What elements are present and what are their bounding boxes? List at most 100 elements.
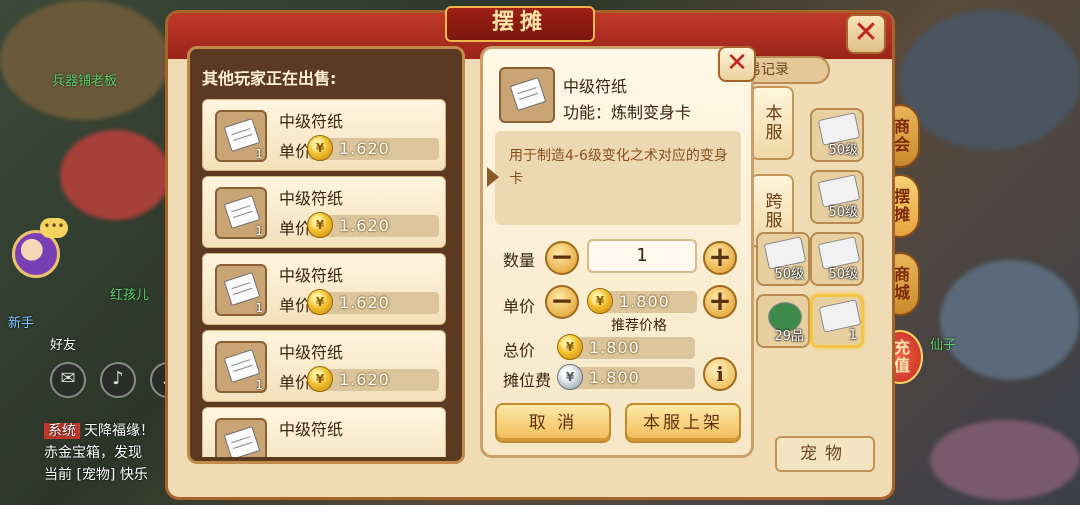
quantity-minus-button[interactable]: −: [545, 241, 579, 275]
item-name: 中级符纸: [279, 420, 344, 439]
unit-price-value: 1.800: [619, 292, 670, 311]
scene-building-right: [900, 10, 1080, 150]
price-value: 1.620: [339, 216, 390, 235]
item-icon: 1: [215, 110, 267, 162]
price-bar: ¥1.620: [307, 289, 439, 315]
cancel-button[interactable]: 取 消: [495, 403, 611, 443]
item-function: 功能：炼制变身卡: [563, 103, 692, 122]
list-item[interactable]: 1 中级符纸 单价 ¥1.620: [202, 99, 446, 171]
info-button[interactable]: i: [703, 357, 737, 391]
npc-name: 兵器铺老板: [52, 74, 118, 89]
stall-grid-slot[interactable]: 29品: [756, 294, 810, 348]
item-description: 用于制造4-6级变化之术对应的变身卡: [509, 148, 728, 187]
item-icon: 1: [215, 264, 267, 316]
quantity-plus-button[interactable]: +: [703, 241, 737, 275]
npc-name: 仙子: [930, 338, 957, 353]
slot-level: 50级: [774, 267, 804, 282]
close-icon: ✕: [726, 48, 748, 78]
chat-icon[interactable]: ✉: [50, 362, 86, 398]
gold-coin-icon: ¥: [307, 212, 333, 238]
list-item[interactable]: 1 中级符纸 单价 ¥1.620: [202, 176, 446, 248]
chat-text: 天降福缘！: [84, 423, 154, 439]
item-count: 1: [255, 147, 263, 161]
price-minus-button[interactable]: −: [545, 285, 579, 319]
price-bar: ¥1.620: [307, 366, 439, 392]
item-name: 中级符纸: [279, 343, 344, 362]
other-players-panel: 其他玩家正在出售: 1 中级符纸 单价 ¥1.620 1 中级符纸 单价 ¥1.…: [187, 46, 465, 464]
minus-icon: −: [550, 284, 574, 317]
gold-coin-icon: ¥: [557, 334, 583, 360]
item-name: 中级符纸: [279, 266, 344, 285]
gold-coin-icon: ¥: [307, 135, 333, 161]
scene-stall-stand: [60, 130, 170, 220]
stall-grid-slot[interactable]: 50级: [810, 108, 864, 162]
item-name: 中级符纸: [279, 189, 344, 208]
suggested-price-label: 推荐价格: [611, 318, 667, 334]
npc-name: 新手: [8, 316, 35, 331]
chat-bubble-icon[interactable]: •••: [40, 218, 68, 238]
talisman-paper-icon: [223, 426, 261, 457]
gold-coin-icon: ¥: [307, 289, 333, 315]
item-icon: [215, 418, 267, 457]
stall-grid-slot[interactable]: 50级: [810, 170, 864, 224]
item-name: 中级符纸: [563, 77, 628, 96]
unit-price-label: 单价: [503, 297, 536, 316]
info-icon: i: [716, 362, 724, 386]
total-price-field: ¥1.800: [557, 334, 695, 360]
item-icon: [499, 67, 555, 123]
arrow-right-icon: [487, 167, 499, 187]
stall-close-button[interactable]: ✕: [846, 14, 886, 54]
slot-level: 50级: [828, 143, 858, 158]
price-bar: ¥1.620: [307, 212, 439, 238]
item-description-box: 用于制造4-6级变化之术对应的变身卡: [487, 131, 741, 225]
item-count: 1: [255, 224, 263, 238]
chat-line: 系统 天降福缘！: [44, 420, 154, 440]
seller-list[interactable]: 1 中级符纸 单价 ¥1.620 1 中级符纸 单价 ¥1.620 1 中级符纸…: [202, 99, 448, 457]
stall-fee-field: ¥1.800: [557, 364, 695, 390]
list-item[interactable]: 1 中级符纸 单价 ¥1.620: [202, 330, 446, 402]
item-count: 1: [255, 301, 263, 315]
stall-grid-slot[interactable]: 50级: [756, 232, 810, 286]
dialog-close-button[interactable]: ✕: [718, 46, 756, 82]
chat-system-tag: 系统: [44, 423, 80, 439]
slot-level: 50级: [828, 205, 858, 220]
total-price-label: 总价: [503, 341, 536, 360]
item-icon: 1: [215, 341, 267, 393]
item-count: 1: [255, 378, 263, 392]
price-plus-button[interactable]: +: [703, 285, 737, 319]
stall-grid-slot[interactable]: 50级: [810, 232, 864, 286]
price-value: 1.620: [339, 370, 390, 389]
list-item[interactable]: 中级符纸: [202, 407, 446, 457]
total-price-value: 1.800: [589, 338, 640, 357]
stall-fee-value: 1.800: [589, 368, 640, 387]
price-value: 1.620: [339, 139, 390, 158]
plus-icon: +: [708, 284, 732, 317]
quantity-input[interactable]: 1: [587, 239, 697, 273]
quantity-label: 数量: [503, 251, 536, 270]
unit-price-field[interactable]: ¥1.800: [587, 288, 697, 314]
tab-local-server[interactable]: 本服: [750, 86, 794, 160]
sell-item-dialog: 中级符纸 功能：炼制变身卡 用于制造4-6级变化之术对应的变身卡 数量 − 1 …: [480, 46, 754, 458]
chat-line: 当前 [宠物] 快乐: [44, 467, 148, 483]
talisman-paper-icon: [509, 77, 547, 111]
price-value: 1.620: [339, 293, 390, 312]
item-name: 中级符纸: [279, 112, 344, 131]
friends-label[interactable]: 好友: [50, 334, 76, 353]
price-bar: ¥1.620: [307, 135, 439, 161]
scene-statue: [940, 260, 1080, 380]
chat-line: 赤金宝箱，发现: [44, 445, 142, 461]
voice-world-icon[interactable]: ♪: [100, 362, 136, 398]
list-on-server-button[interactable]: 本服上架: [625, 403, 741, 443]
close-icon: ✕: [853, 15, 879, 50]
item-icon: 1: [215, 187, 267, 239]
scene-character: [930, 420, 1080, 500]
gold-coin-icon: ¥: [587, 288, 613, 314]
list-item[interactable]: 1 中级符纸 单价 ¥1.620: [202, 253, 446, 325]
silver-coin-icon: ¥: [557, 364, 583, 390]
slot-count: 1: [848, 328, 857, 343]
stall-grid-slot-selected[interactable]: 1: [810, 294, 864, 348]
tab-pet[interactable]: 宠物: [775, 436, 875, 472]
list-title: 其他玩家正在出售:: [202, 69, 337, 88]
npc-name: 红孩儿: [110, 288, 150, 303]
plus-icon: +: [708, 240, 732, 273]
